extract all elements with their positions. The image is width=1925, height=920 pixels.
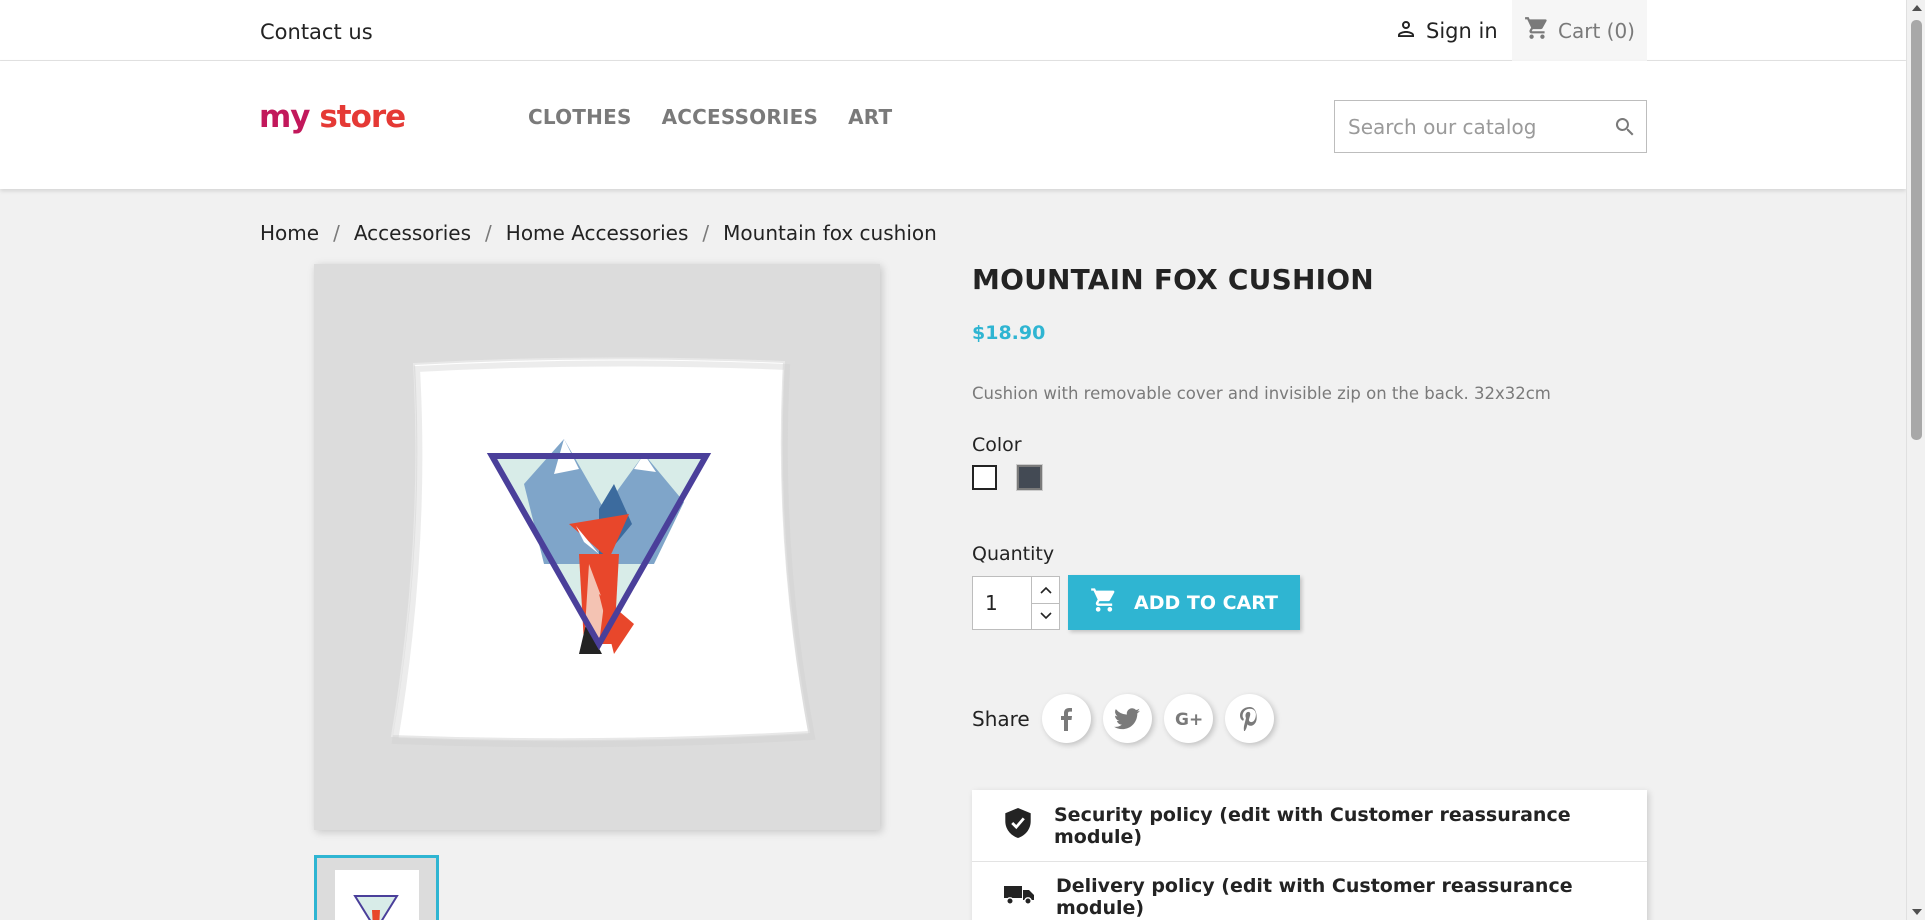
page-scrollbar[interactable] <box>1906 0 1925 920</box>
shopping-cart-icon <box>1090 586 1118 619</box>
logo-text-store: store <box>319 99 406 135</box>
logo-text-my: my <box>259 99 311 135</box>
breadcrumb-home-accessories[interactable]: Home Accessories <box>506 221 689 245</box>
breadcrumb-separator: / <box>485 221 492 245</box>
breadcrumb-separator: / <box>333 221 340 245</box>
menu-item-clothes[interactable]: CLOTHES <box>528 105 632 129</box>
reassurance-block: Security policy (edit with Customer reas… <box>972 790 1647 920</box>
search-box <box>1334 100 1647 153</box>
product-price: $18.90 <box>972 322 1046 344</box>
pinterest-icon[interactable] <box>1224 694 1274 743</box>
add-to-cart-label: ADD TO CART <box>1134 591 1278 614</box>
cart-label: Cart (0) <box>1558 18 1635 43</box>
breadcrumb: Home / Accessories / Home Accessories / … <box>260 221 937 245</box>
reassurance-item-delivery: Delivery policy (edit with Customer reas… <box>972 861 1647 920</box>
shopping-cart-icon <box>1524 15 1550 46</box>
share-label: Share <box>972 706 1030 731</box>
signin-link[interactable]: Sign in <box>1394 16 1498 46</box>
header: my store CLOTHES ACCESSORIES ART <box>0 61 1906 189</box>
color-swatches <box>972 465 1042 490</box>
search-input[interactable] <box>1335 101 1604 152</box>
reassurance-item-security: Security policy (edit with Customer reas… <box>972 790 1647 861</box>
color-swatch-grey[interactable] <box>1017 465 1042 490</box>
contact-link[interactable]: Contact us <box>260 20 373 44</box>
facebook-icon[interactable] <box>1041 694 1091 743</box>
quantity-input[interactable]: 1 <box>973 577 1031 629</box>
menu-item-accessories[interactable]: ACCESSORIES <box>662 105 819 129</box>
cart-button[interactable]: Cart (0) <box>1512 0 1647 61</box>
breadcrumb-current: Mountain fox cushion <box>723 221 937 245</box>
shield-icon <box>1004 808 1032 843</box>
product-title: MOUNTAIN FOX CUSHION <box>972 263 1374 296</box>
signin-label: Sign in <box>1426 19 1498 43</box>
quantity-stepper: 1 <box>972 576 1060 630</box>
share-section: Share G+ <box>972 694 1274 743</box>
scroll-down-arrow-icon[interactable] <box>1907 904 1925 920</box>
store-logo[interactable]: my store <box>259 99 406 135</box>
truck-icon <box>1004 883 1034 912</box>
svg-text:G+: G+ <box>1175 710 1202 729</box>
main-menu: CLOTHES ACCESSORIES ART <box>528 105 892 129</box>
chevron-up-icon[interactable] <box>1032 577 1059 603</box>
twitter-icon[interactable] <box>1102 694 1152 743</box>
product-main-image[interactable] <box>314 264 880 830</box>
breadcrumb-home[interactable]: Home <box>260 221 319 245</box>
top-nav: Contact us Sign in Cart (0) <box>0 0 1906 61</box>
search-icon[interactable] <box>1604 101 1646 152</box>
scroll-up-arrow-icon[interactable] <box>1907 0 1925 16</box>
chevron-down-icon[interactable] <box>1032 602 1059 630</box>
breadcrumb-accessories[interactable]: Accessories <box>354 221 471 245</box>
reassurance-label: Security policy (edit with Customer reas… <box>1054 803 1571 848</box>
color-label: Color <box>972 434 1022 456</box>
color-swatch-white[interactable] <box>972 465 997 490</box>
quantity-buttons <box>1031 577 1059 629</box>
user-icon <box>1394 17 1418 46</box>
reassurance-label: Delivery policy (edit with Customer reas… <box>1056 875 1573 919</box>
breadcrumb-separator: / <box>702 221 710 245</box>
add-to-cart-button[interactable]: ADD TO CART <box>1068 575 1300 630</box>
scrollbar-thumb[interactable] <box>1911 20 1922 440</box>
product-description: Cushion with removable cover and invisib… <box>972 384 1551 403</box>
menu-item-art[interactable]: ART <box>848 105 892 129</box>
google-plus-icon[interactable]: G+ <box>1163 694 1213 743</box>
product-thumbnail[interactable] <box>314 855 439 920</box>
quantity-label: Quantity <box>972 543 1055 565</box>
